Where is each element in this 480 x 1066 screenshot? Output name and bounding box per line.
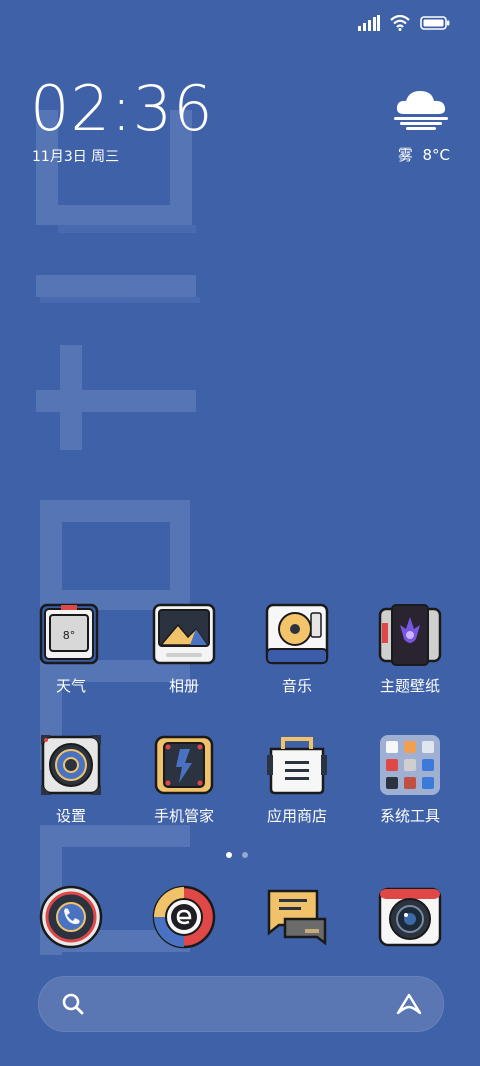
music-icon (265, 603, 329, 665)
weather-summary[interactable]: 雾 8°C (398, 144, 450, 165)
app-label: 音乐 (281, 677, 312, 695)
phone-icon[interactable] (39, 885, 103, 949)
page-indicator[interactable] (226, 852, 248, 858)
weather-temperature: 8°C (422, 146, 450, 164)
themes-icon (378, 604, 442, 666)
app-weather[interactable]: 8° 天气 (21, 603, 121, 696)
app-store-icon (267, 737, 327, 795)
weather-icon: 8° (39, 603, 99, 665)
app-label: 设置 (55, 807, 86, 825)
app-store[interactable]: 应用商店 (247, 733, 347, 826)
status-bar (358, 12, 450, 34)
app-label: 相册 (168, 677, 199, 695)
assistant-icon[interactable] (395, 992, 423, 1016)
search-bar[interactable] (38, 976, 444, 1032)
gallery-icon (152, 603, 216, 665)
page-dot-active[interactable] (226, 852, 232, 858)
app-settings[interactable]: 设置 (21, 733, 121, 826)
search-icon (62, 993, 84, 1015)
clock-time[interactable]: 02:36 (30, 78, 214, 140)
browser-icon[interactable] (152, 885, 216, 949)
app-music[interactable]: 音乐 (247, 603, 347, 696)
app-label: 主题壁纸 (379, 677, 440, 695)
security-icon (154, 735, 214, 795)
weather-condition: 雾 (397, 146, 413, 164)
tools-folder-icon (380, 735, 440, 795)
app-label: 天气 (55, 677, 86, 695)
battery-icon (420, 16, 450, 30)
app-label: 应用商店 (266, 807, 327, 825)
app-security[interactable]: 手机管家 (134, 733, 234, 826)
app-label: 手机管家 (153, 807, 214, 825)
signal-icon (358, 15, 380, 31)
svg-text:8°: 8° (63, 629, 76, 642)
app-gallery[interactable]: 相册 (134, 603, 234, 696)
camera-icon[interactable] (378, 885, 442, 949)
messages-icon[interactable] (265, 885, 329, 949)
page-dot[interactable] (242, 852, 248, 858)
wifi-icon (390, 15, 410, 31)
settings-icon (41, 735, 101, 795)
clock-date[interactable]: 11月3日 周三 (32, 146, 119, 166)
fog-cloud-icon[interactable] (392, 86, 450, 132)
app-label: 系统工具 (379, 807, 440, 825)
app-themes[interactable]: 主题壁纸 (360, 603, 460, 696)
folder-tools[interactable]: 系统工具 (360, 733, 460, 826)
